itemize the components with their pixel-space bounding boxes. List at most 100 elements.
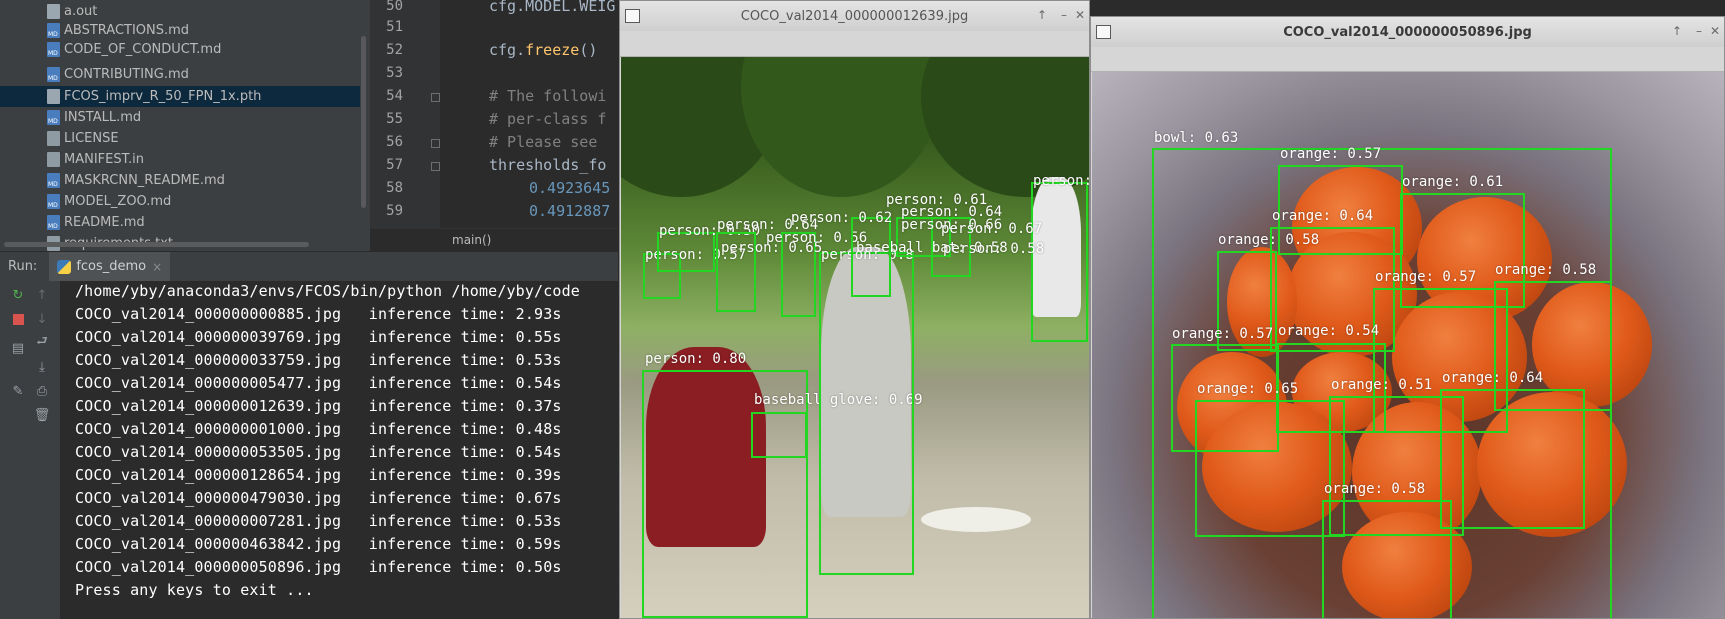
window-toolbar xyxy=(1091,47,1724,72)
tree-item-fcos-weights[interactable]: FCOS_imprv_R_50_FPN_1x.pth xyxy=(0,86,360,107)
markdown-file-icon xyxy=(47,42,60,57)
fold-marker-icon[interactable] xyxy=(431,139,440,148)
tree-item-label: MANIFEST.in xyxy=(64,152,144,167)
detection-label: person: 0.80 xyxy=(645,351,747,367)
detection-box xyxy=(1440,389,1585,529)
window-titlebar[interactable]: COCO_val2014_000000050896.jpg ↑ – ✕ xyxy=(1091,17,1724,47)
maximize-icon[interactable]: ↑ xyxy=(1672,24,1682,38)
console-line: /home/yby/anaconda3/envs/FCOS/bin/python… xyxy=(75,282,580,300)
close-icon[interactable]: ✕ xyxy=(1710,24,1720,38)
code-line: cfg.freeze() xyxy=(489,41,597,59)
window-titlebar[interactable]: COCO_val2014_000000012639.jpg ↑ – ✕ xyxy=(620,1,1089,31)
tree-item-model-zoo[interactable]: MODEL_ZOO.md xyxy=(0,191,360,212)
arrow-up-icon[interactable]: ↑ xyxy=(33,286,51,304)
stop-icon[interactable] xyxy=(9,310,27,328)
scroll-to-end-icon[interactable]: ⤓ xyxy=(33,358,51,376)
run-panel-header: Run: fcos_demo × xyxy=(0,251,618,282)
image-window-baseball[interactable]: COCO_val2014_000000012639.jpg ↑ – ✕ pers… xyxy=(619,0,1090,619)
line-number: 51 xyxy=(386,19,403,35)
detection-label: person: 0.58 xyxy=(943,241,1045,257)
tree-item-label: MASKRCNN_README.md xyxy=(64,173,225,188)
maximize-icon[interactable]: ↑ xyxy=(1037,8,1047,22)
line-number: 50 xyxy=(386,0,403,14)
console-line: COCO_val2014_000000005477.jpg inference … xyxy=(75,374,562,392)
window-title: COCO_val2014_000000012639.jpg xyxy=(740,8,969,24)
trash-icon[interactable]: 🗑 xyxy=(33,406,51,424)
markdown-file-icon xyxy=(47,110,60,125)
detection-label: orange: 0.57 xyxy=(1280,146,1382,162)
detection-label: orange: 0.64 xyxy=(1272,208,1374,224)
code-token: () xyxy=(579,41,598,59)
project-tree: a.out ABSTRACTIONS.md CODE_OF_CONDUCT.md… xyxy=(0,0,370,251)
tree-item-label: README.md xyxy=(64,215,145,230)
line-number: 53 xyxy=(386,65,403,81)
tree-item-readme[interactable]: README.md xyxy=(0,212,360,233)
code-token: cfg. xyxy=(489,41,526,59)
console-line: COCO_val2014_000000033759.jpg inference … xyxy=(75,351,562,369)
detection-label: orange: 0.51 xyxy=(1331,377,1433,393)
tree-vertical-scrollbar[interactable] xyxy=(361,36,366,208)
tree-item-label: ABSTRACTIONS.md xyxy=(64,23,190,38)
tree-item-install[interactable]: INSTALL.md xyxy=(0,107,360,128)
tree-item-license[interactable]: LICENSE xyxy=(0,128,360,149)
oranges-image: bowl: 0.63 orange: 0.57 orange: 0.61 ora… xyxy=(1092,72,1724,618)
fold-marker-icon[interactable] xyxy=(431,93,440,102)
tree-item-a-out[interactable]: a.out xyxy=(0,1,360,22)
code-number: 0.4923645 xyxy=(529,179,611,197)
detection-box xyxy=(751,412,807,458)
code-number: 0.4912887 xyxy=(529,202,611,220)
console-line: COCO_val2014_000000000885.jpg inference … xyxy=(75,305,562,323)
tree-foliage xyxy=(741,57,941,197)
tree-item-label: a.out xyxy=(64,4,98,19)
detection-box xyxy=(851,217,891,297)
image-window-oranges[interactable]: COCO_val2014_000000050896.jpg ↑ – ✕ bowl… xyxy=(1090,16,1725,619)
tree-item-label: CONTRIBUTING.md xyxy=(64,67,189,82)
binary-file-icon xyxy=(47,89,60,104)
text-file-icon xyxy=(47,152,60,167)
baseball-image: person: 0.80 baseball glove: 0.69 person… xyxy=(621,57,1090,618)
tree-item-manifest[interactable]: MANIFEST.in xyxy=(0,149,360,170)
pin-icon[interactable]: ✎ xyxy=(9,382,27,400)
code-comment: # Please see xyxy=(489,133,598,151)
minimize-icon[interactable]: – xyxy=(1061,8,1067,22)
tree-item-code-of-conduct[interactable]: CODE_OF_CONDUCT.md xyxy=(0,39,360,60)
console-line: COCO_val2014_000000050896.jpg inference … xyxy=(75,558,562,576)
code-editor[interactable]: 50 51 52 53 54 55 56 57 58 59 cfg.MODEL.… xyxy=(370,0,618,251)
layout-icon[interactable]: ▤ xyxy=(9,339,27,357)
arrow-down-icon[interactable]: ↓ xyxy=(33,310,51,328)
detection-label: orange: 0.58 xyxy=(1495,262,1597,278)
console-line: COCO_val2014_000000007281.jpg inference … xyxy=(75,512,562,530)
run-tab[interactable]: fcos_demo × xyxy=(49,251,171,282)
detection-label: orange: 0.57 xyxy=(1172,326,1274,342)
soft-wrap-icon[interactable]: ⮐ xyxy=(33,334,51,352)
detection-label: orange: 0.64 xyxy=(1442,370,1544,386)
console-line: COCO_val2014_000000128654.jpg inference … xyxy=(75,466,562,484)
fold-marker-icon[interactable] xyxy=(431,162,440,171)
line-number: 58 xyxy=(386,180,403,196)
line-number: 52 xyxy=(386,42,403,58)
line-number: 59 xyxy=(386,203,403,219)
detection-label: orange: 0.65 xyxy=(1197,381,1299,397)
print-icon[interactable]: ⎙ xyxy=(33,382,51,400)
close-icon[interactable]: ✕ xyxy=(1075,8,1085,22)
detection-label: orange: 0.61 xyxy=(1402,174,1504,190)
window-toolbar xyxy=(620,31,1089,57)
tree-item-label: FCOS_imprv_R_50_FPN_1x.pth xyxy=(64,89,262,104)
minimize-icon[interactable]: – xyxy=(1696,24,1702,38)
tree-item-abstractions[interactable]: ABSTRACTIONS.md xyxy=(0,20,360,41)
line-number: 55 xyxy=(386,111,403,127)
detection-box xyxy=(1031,182,1088,342)
editor-breadcrumb[interactable]: main() xyxy=(370,228,618,251)
run-console[interactable]: /home/yby/anaconda3/envs/FCOS/bin/python… xyxy=(60,281,618,619)
detection-label: orange: 0.54 xyxy=(1278,323,1380,339)
tree-horizontal-scrollbar[interactable] xyxy=(4,242,309,247)
rerun-icon[interactable]: ↻ xyxy=(9,286,27,304)
detection-label: person: 0.67 xyxy=(1033,173,1090,189)
tree-item-maskrcnn-readme[interactable]: MASKRCNN_README.md xyxy=(0,170,360,191)
close-icon[interactable]: × xyxy=(152,260,162,274)
window-app-icon xyxy=(1096,25,1111,39)
markdown-file-icon xyxy=(47,215,60,230)
detection-label: person: 0.62 xyxy=(791,210,893,226)
home-plate xyxy=(921,507,1031,532)
tree-item-contributing[interactable]: CONTRIBUTING.md xyxy=(0,64,360,85)
